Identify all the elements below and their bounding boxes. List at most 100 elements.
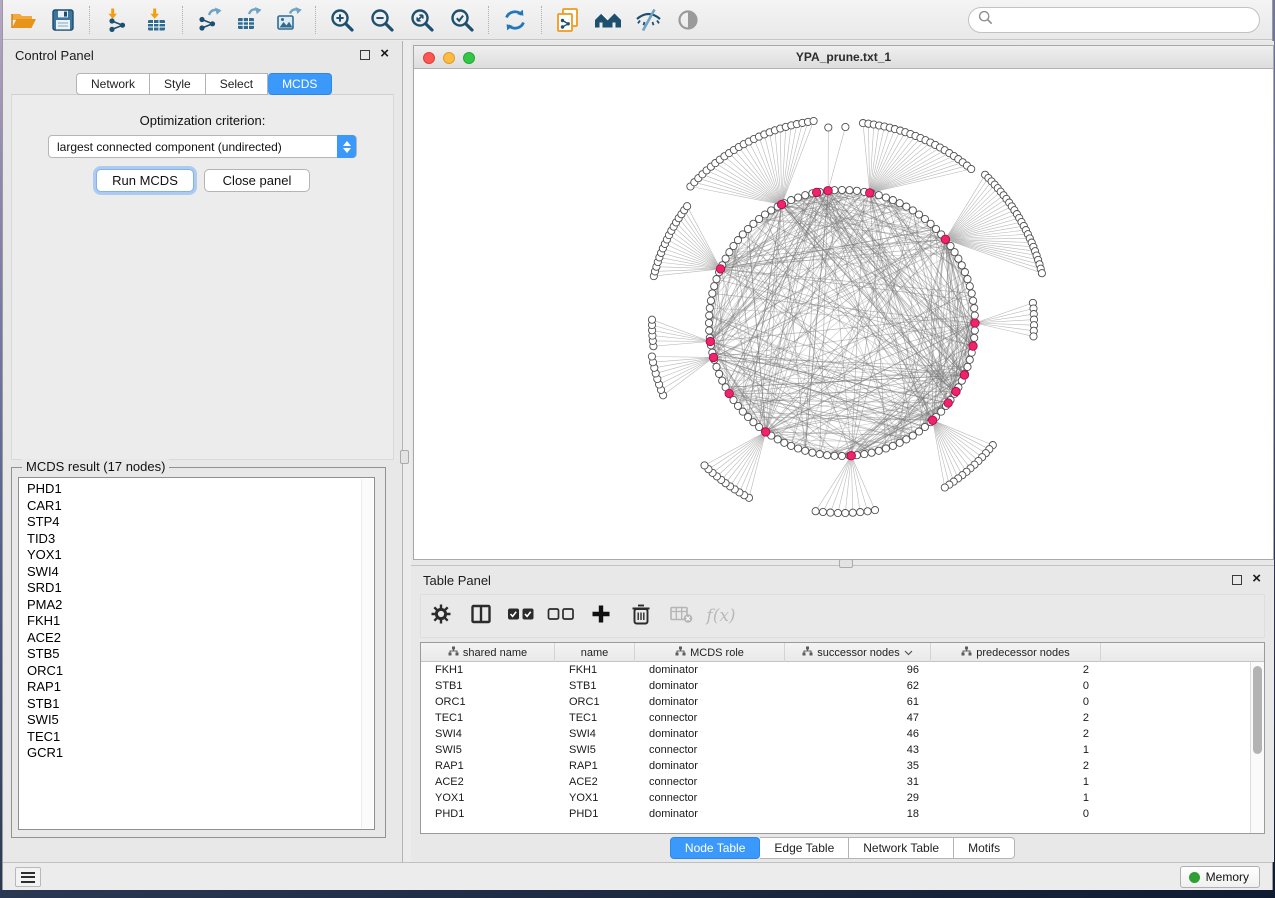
- column-header-predecessor-nodes[interactable]: predecessor nodes: [931, 643, 1101, 662]
- graph-node[interactable]: [711, 283, 718, 290]
- graph-leaf-node[interactable]: [701, 462, 708, 469]
- graph-node[interactable]: [781, 439, 788, 446]
- graph-hub-node[interactable]: [847, 452, 855, 460]
- graph-leaf-node[interactable]: [842, 509, 849, 516]
- table-row[interactable]: ACE2ACE2connector311: [421, 774, 1250, 790]
- tab-network-table[interactable]: Network Table: [849, 837, 954, 859]
- optimization-criterion-select[interactable]: largest connected component (undirected): [48, 135, 357, 158]
- graph-node[interactable]: [970, 297, 977, 304]
- graph-node[interactable]: [903, 436, 910, 443]
- graph-node[interactable]: [896, 439, 903, 446]
- table-row[interactable]: SWI5SWI5connector431: [421, 742, 1250, 758]
- graph-hub-node[interactable]: [716, 265, 724, 273]
- console-button[interactable]: [15, 867, 41, 887]
- graph-leaf-node[interactable]: [812, 508, 819, 515]
- graph-node[interactable]: [716, 370, 723, 377]
- first-neighbors-button[interactable]: [588, 4, 628, 36]
- mcds-result-item[interactable]: SRD1: [27, 580, 374, 597]
- mcds-result-item[interactable]: GCR1: [27, 745, 374, 762]
- graph-node[interactable]: [966, 283, 973, 290]
- delete-column-button[interactable]: [621, 598, 661, 634]
- graph-node[interactable]: [802, 447, 809, 454]
- graph-node[interactable]: [966, 356, 973, 363]
- table-row[interactable]: FKH1FKH1dominator962: [421, 662, 1250, 678]
- table-row[interactable]: RAP1RAP1dominator352: [421, 758, 1250, 774]
- graph-hub-node[interactable]: [812, 188, 820, 196]
- delete-table-button[interactable]: [661, 598, 701, 634]
- mcds-result-item[interactable]: TEC1: [27, 729, 374, 746]
- graph-node[interactable]: [951, 249, 958, 256]
- zoom-out-button[interactable]: [362, 4, 402, 36]
- graph-node[interactable]: [706, 312, 713, 319]
- table-row[interactable]: ORC1ORC1dominator610: [421, 694, 1250, 710]
- graph-node[interactable]: [802, 192, 809, 199]
- graph-leaf-node[interactable]: [827, 509, 834, 516]
- mcds-result-item[interactable]: SWI4: [27, 564, 374, 581]
- graph-node[interactable]: [795, 445, 802, 452]
- close-panel-button[interactable]: Close panel: [204, 169, 310, 192]
- zoom-fit-button[interactable]: [402, 4, 442, 36]
- show-columns-button[interactable]: [461, 598, 501, 634]
- tab-select[interactable]: Select: [206, 73, 268, 95]
- graph-leaf-node[interactable]: [819, 508, 826, 515]
- graph-leaf-node[interactable]: [968, 165, 975, 172]
- mcds-result-item[interactable]: PHD1: [27, 481, 374, 498]
- graph-hub-node[interactable]: [762, 428, 770, 436]
- graph-node[interactable]: [909, 432, 916, 439]
- graph-node[interactable]: [705, 319, 712, 326]
- mcds-result-item[interactable]: TID3: [27, 531, 374, 548]
- refresh-button[interactable]: [495, 4, 535, 36]
- graph-leaf-node[interactable]: [648, 316, 655, 323]
- graph-hub-node[interactable]: [725, 389, 733, 397]
- clone-network-button[interactable]: [548, 4, 588, 36]
- memory-button[interactable]: Memory: [1180, 866, 1260, 888]
- graph-hub-node[interactable]: [706, 337, 714, 345]
- graph-node[interactable]: [713, 276, 720, 283]
- settings-gear-button[interactable]: [421, 598, 461, 634]
- float-panel-icon[interactable]: [360, 50, 370, 60]
- graph-node[interactable]: [968, 290, 975, 297]
- import-table-button[interactable]: [136, 4, 176, 36]
- graph-hub-node[interactable]: [866, 189, 874, 197]
- graph-hub-node[interactable]: [824, 187, 832, 195]
- table-scrollbar-thumb[interactable]: [1253, 666, 1262, 754]
- graph-leaf-node[interactable]: [941, 484, 948, 491]
- graph-leaf-node[interactable]: [648, 353, 655, 360]
- table-row[interactable]: PHD1PHD1dominator180: [421, 806, 1250, 822]
- tab-node-table[interactable]: Node Table: [670, 837, 761, 859]
- graph-leaf-node[interactable]: [810, 117, 817, 124]
- column-header-shared-name[interactable]: shared name: [421, 643, 555, 662]
- graph-node[interactable]: [958, 262, 965, 269]
- hide-selected-button[interactable]: [628, 4, 668, 36]
- graph-node[interactable]: [903, 203, 910, 210]
- mcds-result-item[interactable]: PMA2: [27, 597, 374, 614]
- add-column-button[interactable]: [581, 598, 621, 634]
- graph-hub-node[interactable]: [960, 371, 968, 379]
- graph-leaf-node[interactable]: [849, 509, 856, 516]
- graph-hub-node[interactable]: [941, 235, 949, 243]
- graph-node[interactable]: [964, 363, 971, 370]
- column-header-name[interactable]: name: [555, 643, 635, 662]
- mcds-result-list[interactable]: PHD1CAR1STP4TID3YOX1SWI4SRD1PMA2FKH1ACE2…: [18, 477, 375, 830]
- graph-leaf-node[interactable]: [871, 507, 878, 514]
- graph-hub-node[interactable]: [944, 399, 952, 407]
- graph-leaf-node[interactable]: [1038, 270, 1045, 277]
- mcds-result-item[interactable]: CAR1: [27, 498, 374, 515]
- graph-node[interactable]: [795, 194, 802, 201]
- tab-style[interactable]: Style: [150, 73, 206, 95]
- graph-node[interactable]: [768, 207, 775, 214]
- graph-node[interactable]: [971, 312, 978, 319]
- mcds-result-item[interactable]: STB1: [27, 696, 374, 713]
- list-scrollbar-track[interactable]: [361, 479, 373, 828]
- graph-node[interactable]: [889, 442, 896, 449]
- graph-node[interactable]: [706, 327, 713, 334]
- graph-hub-node[interactable]: [952, 387, 960, 395]
- graph-leaf-node[interactable]: [864, 508, 871, 515]
- graph-leaf-node[interactable]: [825, 124, 832, 131]
- select-all-button[interactable]: [501, 598, 541, 634]
- graph-node[interactable]: [816, 451, 823, 458]
- graph-hub-node[interactable]: [709, 353, 717, 361]
- graph-hub-node[interactable]: [929, 416, 937, 424]
- graph-hub-node[interactable]: [971, 319, 979, 327]
- network-canvas[interactable]: [414, 69, 1273, 559]
